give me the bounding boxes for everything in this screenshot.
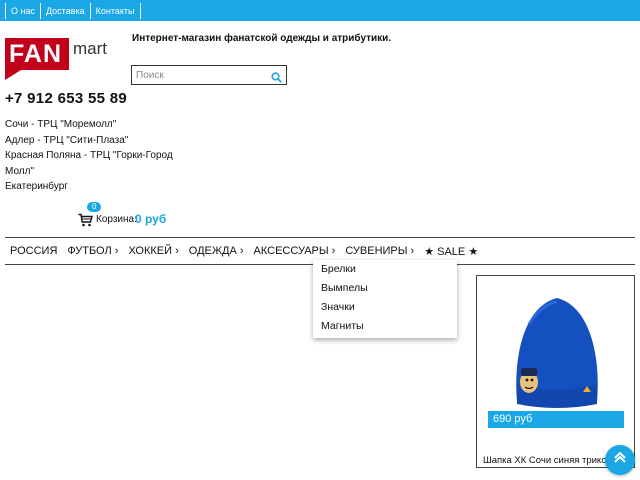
- product-price: 690 руб: [488, 411, 624, 428]
- scroll-to-top-button[interactable]: [605, 445, 635, 475]
- nav-item-sale[interactable]: ★ SALE ★: [424, 245, 478, 258]
- site-logo[interactable]: FAN mart: [5, 38, 123, 80]
- store-line: Молл": [5, 165, 35, 177]
- product-card[interactable]: 690 руб Шапка ХК Сочи синяя трикотаж: [476, 275, 635, 468]
- nav-item-accessories[interactable]: АКСЕССУАРЫ ›: [254, 245, 336, 257]
- link-delivery[interactable]: Доставка: [41, 3, 91, 19]
- dropdown-item-keychains[interactable]: Брелки: [321, 263, 356, 275]
- search-box: [131, 65, 287, 85]
- dropdown-item-badges[interactable]: Значки: [321, 301, 355, 313]
- link-about[interactable]: О нас: [6, 3, 41, 19]
- product-image[interactable]: [507, 284, 607, 414]
- cart-icon[interactable]: [78, 213, 93, 227]
- store-line: Екатеринбург: [5, 181, 68, 192]
- nav-item-souvenirs[interactable]: СУВЕНИРЫ ›: [345, 245, 414, 257]
- logo-fan-text: FAN: [9, 40, 62, 68]
- cart-label: Корзина:: [96, 214, 137, 225]
- top-bar: О нас Доставка Контакты: [0, 0, 640, 21]
- site-tagline: Интернет-магазин фанатской одежды и атри…: [132, 33, 392, 44]
- store-line: Адлер - ТРЦ "Сити-Плаза": [5, 134, 129, 146]
- top-links: О нас Доставка Контакты: [5, 3, 141, 19]
- product-name[interactable]: Шапка ХК Сочи синяя трикотаж: [483, 455, 622, 466]
- souvenirs-dropdown: Брелки Вымпелы Значки Магниты: [313, 260, 457, 338]
- nav-item-russia[interactable]: РОССИЯ: [10, 245, 57, 257]
- nav-item-clothing[interactable]: ОДЕЖДА ›: [189, 245, 244, 257]
- cart-count-badge: 0: [87, 202, 102, 212]
- logo-mart-text: mart: [73, 39, 107, 58]
- cart-total: 0 руб: [135, 212, 167, 226]
- store-line: Красная Поляна - ТРЦ "Горки-Город: [5, 150, 173, 161]
- link-contacts[interactable]: Контакты: [91, 3, 141, 19]
- dropdown-item-magnets[interactable]: Магниты: [321, 320, 364, 332]
- nav-item-hockey[interactable]: ХОККЕЙ ›: [128, 245, 178, 257]
- cart-widget[interactable]: 0 Корзина: 0 руб: [78, 200, 178, 230]
- dropdown-item-pennants[interactable]: Вымпелы: [321, 282, 368, 294]
- search-input[interactable]: [136, 68, 266, 82]
- team-logo-icon: [520, 368, 538, 393]
- store-line: Сочи - ТРЦ "Моремолл": [5, 119, 117, 130]
- logo-flag-tail: [5, 70, 21, 80]
- store-list: Сочи - ТРЦ "Моремолл" Адлер - ТРЦ "Сити-…: [5, 117, 175, 195]
- phone-number[interactable]: +7 912 653 55 89: [5, 90, 127, 107]
- chevron-up-icon: [614, 452, 626, 463]
- nav-item-football[interactable]: ФУТБОЛ ›: [67, 245, 118, 257]
- search-icon[interactable]: [271, 70, 282, 83]
